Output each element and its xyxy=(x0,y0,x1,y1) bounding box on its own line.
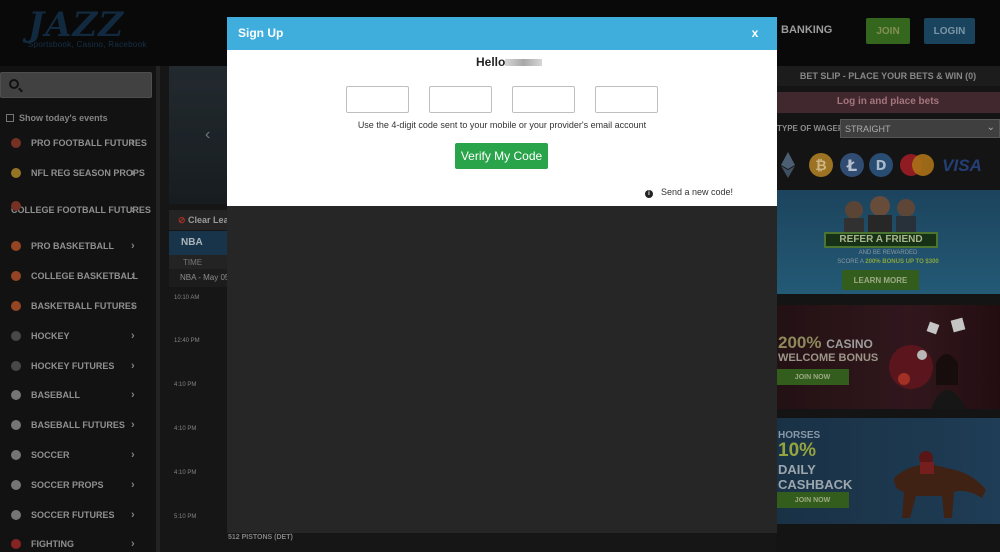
code-digit-1-input[interactable] xyxy=(346,86,409,113)
code-digit-3-input[interactable] xyxy=(512,86,575,113)
modal-title: Sign Up xyxy=(238,26,284,40)
page: JAZZ Sportsbook, Casino, Racebook BANKIN… xyxy=(0,0,1000,552)
redacted-username xyxy=(505,59,542,66)
resend-code-link[interactable]: i Send a new code! xyxy=(645,187,733,198)
close-button[interactable]: x xyxy=(748,24,762,42)
modal-body: Hello Use the 4-digit code sent to your … xyxy=(227,50,777,206)
code-instructions: Use the 4-digit code sent to your mobile… xyxy=(357,120,647,130)
verify-code-button[interactable]: Verify My Code xyxy=(455,143,548,169)
signup-modal: Sign Up x Hello Use the 4-digit code sen… xyxy=(227,17,777,533)
resend-code-label: Send a new code! xyxy=(661,187,734,197)
code-digit-4-input[interactable] xyxy=(595,86,658,113)
info-icon: i xyxy=(645,190,653,198)
code-digit-2-input[interactable] xyxy=(429,86,492,113)
modal-header: Sign Up x xyxy=(227,17,777,50)
hello-text: Hello xyxy=(476,55,506,69)
